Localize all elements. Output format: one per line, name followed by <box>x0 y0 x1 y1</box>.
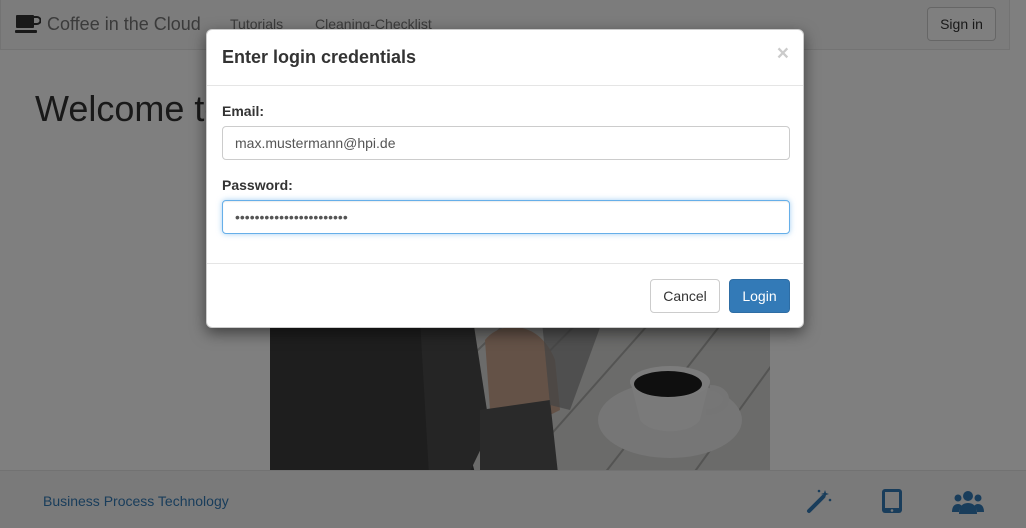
email-label: Email: <box>222 103 265 119</box>
close-icon[interactable]: × <box>777 42 789 66</box>
password-field[interactable] <box>222 200 790 234</box>
email-field[interactable] <box>222 126 790 160</box>
modal-title: Enter login credentials <box>222 47 417 67</box>
password-label: Password: <box>222 177 293 193</box>
cancel-button[interactable]: Cancel <box>650 279 720 313</box>
login-modal: Enter login credentials × Email: Passwor… <box>206 29 804 328</box>
modal-header: Enter login credentials × <box>207 30 803 86</box>
modal-footer: Cancel Login <box>207 264 803 327</box>
modal-body: Email: Password: <box>207 86 803 264</box>
login-button[interactable]: Login <box>729 279 790 313</box>
